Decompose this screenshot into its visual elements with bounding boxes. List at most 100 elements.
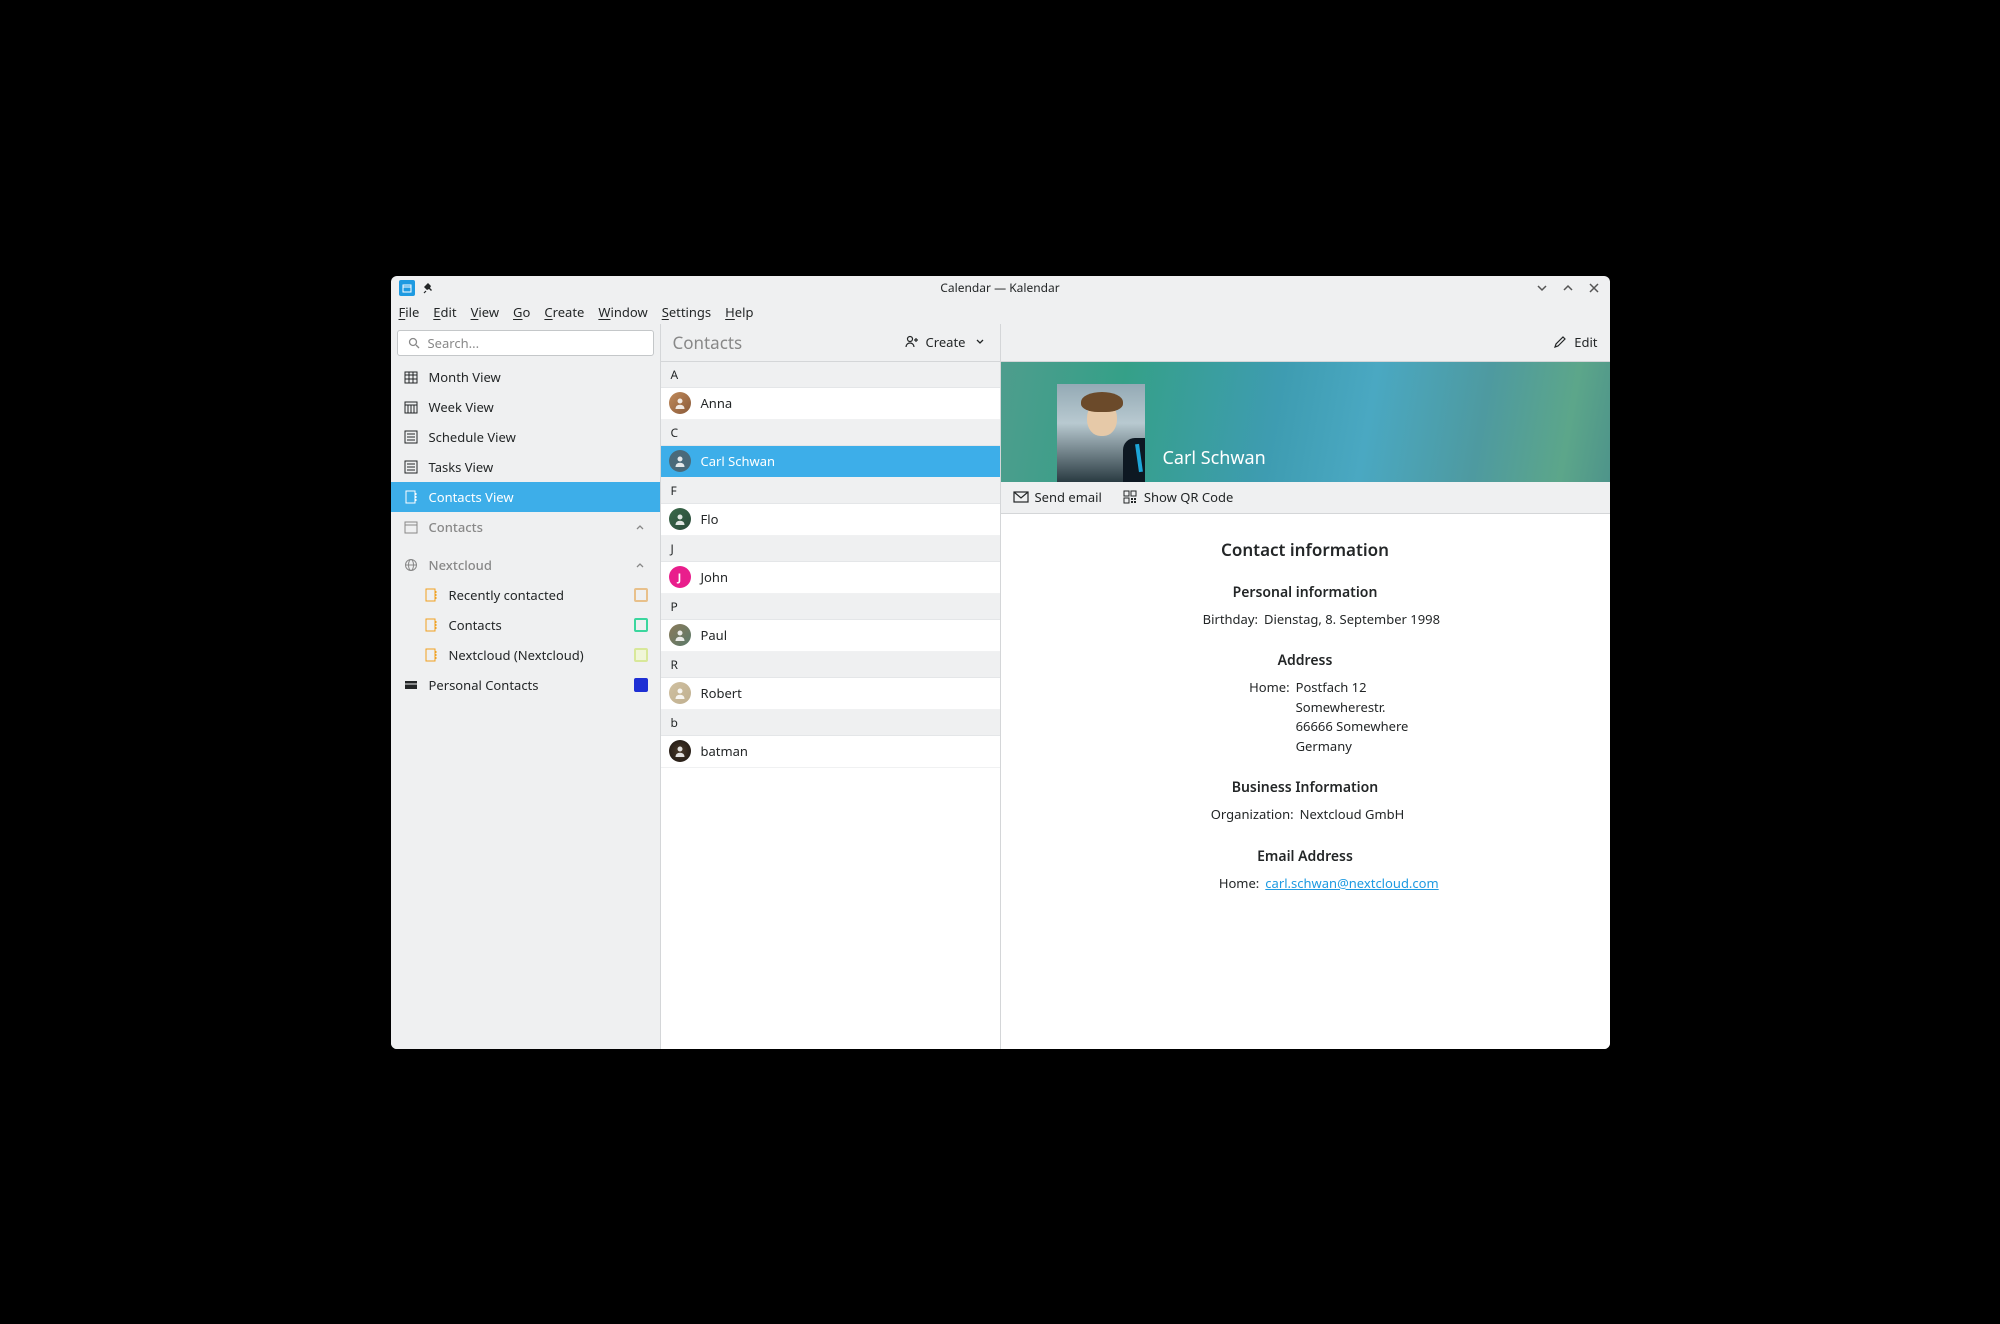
- contact-name: Carl Schwan: [1163, 446, 1266, 482]
- contact-row[interactable]: batman: [661, 736, 1000, 768]
- chevron-up-icon: [632, 519, 648, 535]
- address-value: Postfach 12Somewherestr.66666 SomewhereG…: [1296, 678, 1409, 756]
- contact-list-panel: Contacts Create AAnnaCCarl SchwanFFloJJJ…: [661, 324, 1001, 1049]
- edit-button[interactable]: Edit: [1552, 333, 1597, 351]
- avatar: [669, 392, 691, 414]
- person-add-icon: [904, 334, 920, 350]
- email-heading: Email Address: [1025, 847, 1586, 866]
- color-checkbox[interactable]: [634, 588, 648, 602]
- show-qr-button[interactable]: Show QR Code: [1122, 488, 1233, 506]
- search-icon: [406, 335, 422, 351]
- sidebar-item-contacts-view[interactable]: Contacts View: [391, 482, 660, 512]
- contact-name: Anna: [701, 394, 733, 412]
- send-email-label: Send email: [1035, 488, 1102, 506]
- sidebar-item-recently-contacted[interactable]: Recently contacted: [391, 580, 660, 610]
- contact-list-header: Contacts Create: [661, 324, 1000, 362]
- sidebar-item-nextcloud-nextcloud[interactable]: Nextcloud (Nextcloud): [391, 640, 660, 670]
- sidebar-label: Month View: [429, 368, 501, 386]
- pin-icon[interactable]: [421, 280, 437, 296]
- contact-list-title: Contacts: [673, 331, 743, 354]
- menu-create[interactable]: Create: [544, 303, 584, 321]
- contact-list: AAnnaCCarl SchwanFFloJJJohnPPaulRRobertb…: [661, 362, 1000, 768]
- contact-hero: Carl Schwan: [1001, 362, 1610, 482]
- email-label: Home:: [1171, 874, 1259, 894]
- sidebar-label: Tasks View: [429, 458, 494, 476]
- color-checkbox[interactable]: [634, 648, 648, 662]
- contact-section-letter: R: [661, 652, 1000, 678]
- birthday-label: Birthday:: [1170, 610, 1258, 630]
- menu-help[interactable]: Help: [725, 303, 753, 321]
- contact-section-letter: P: [661, 594, 1000, 620]
- contacts-icon: [403, 489, 419, 505]
- contact-row[interactable]: Flo: [661, 504, 1000, 536]
- contact-section-letter: F: [661, 478, 1000, 504]
- menu-file[interactable]: File: [399, 303, 420, 321]
- contact-info: Contact information Personal information…: [1001, 514, 1610, 918]
- sidebar-item-month-view[interactable]: Month View: [391, 362, 660, 392]
- search-input[interactable]: Search...: [397, 330, 654, 356]
- contact-info-heading: Contact information: [1025, 538, 1586, 561]
- contact-name: Flo: [701, 510, 719, 528]
- window-title: Calendar — Kalendar: [940, 279, 1059, 296]
- contact-row[interactable]: Paul: [661, 620, 1000, 652]
- contact-detail-panel: Edit Carl Schwan Send email Show QR Code…: [1001, 324, 1610, 1049]
- sidebar-item-schedule-view[interactable]: Schedule View: [391, 422, 660, 452]
- email-link[interactable]: carl.schwan@nextcloud.com: [1265, 874, 1438, 892]
- contact-row[interactable]: J John: [661, 562, 1000, 594]
- chevron-up-icon: [632, 557, 648, 573]
- globe-icon: [403, 557, 419, 573]
- menu-edit[interactable]: Edit: [433, 303, 456, 321]
- contact-actions: Send email Show QR Code: [1001, 482, 1610, 514]
- sidebar-label: Personal Contacts: [429, 676, 539, 694]
- contact-row[interactable]: Robert: [661, 678, 1000, 710]
- sidebar-section-nextcloud[interactable]: Nextcloud: [391, 550, 660, 580]
- email-value: carl.schwan@nextcloud.com: [1265, 874, 1438, 894]
- send-email-button[interactable]: Send email: [1013, 488, 1102, 506]
- avatar: [669, 682, 691, 704]
- contact-row[interactable]: Anna: [661, 388, 1000, 420]
- menu-settings[interactable]: Settings: [662, 303, 711, 321]
- color-checkbox[interactable]: [634, 618, 648, 632]
- calendar-week-icon: [403, 399, 419, 415]
- contact-row[interactable]: Carl Schwan: [661, 446, 1000, 478]
- contact-section-letter: A: [661, 362, 1000, 388]
- show-qr-label: Show QR Code: [1144, 488, 1233, 506]
- mail-icon: [1013, 489, 1029, 505]
- contact-name: Carl Schwan: [701, 452, 776, 470]
- pencil-icon: [1552, 334, 1568, 350]
- menu-view[interactable]: View: [471, 303, 499, 321]
- avatar: J: [669, 566, 691, 588]
- birthday-value: Dienstag, 8. September 1998: [1264, 610, 1440, 630]
- contact-name: Paul: [701, 626, 728, 644]
- sidebar-section-contacts[interactable]: Contacts: [391, 512, 660, 542]
- contact-name: batman: [701, 742, 748, 760]
- chevron-down-icon: [972, 334, 988, 350]
- app-icon: [399, 280, 415, 296]
- titlebar: Calendar — Kalendar: [391, 276, 1610, 300]
- organization-value: Nextcloud GmbH: [1300, 805, 1405, 825]
- list-icon: [403, 429, 419, 445]
- sidebar: Search... Month View Week View Schedule …: [391, 324, 661, 1049]
- menu-go[interactable]: Go: [513, 303, 530, 321]
- close-icon[interactable]: [1586, 280, 1602, 296]
- sidebar-item-contacts[interactable]: Contacts: [391, 610, 660, 640]
- folder-icon: [423, 587, 439, 603]
- create-button[interactable]: Create: [904, 333, 988, 351]
- edit-label: Edit: [1574, 333, 1597, 351]
- contact-section-letter: J: [661, 536, 1000, 562]
- detail-header: Edit: [1001, 324, 1610, 362]
- maximize-icon[interactable]: [1560, 280, 1576, 296]
- contact-name: John: [701, 568, 728, 586]
- sidebar-item-week-view[interactable]: Week View: [391, 392, 660, 422]
- menu-window[interactable]: Window: [598, 303, 647, 321]
- folder-icon: [423, 647, 439, 663]
- sidebar-label: Contacts View: [429, 488, 514, 506]
- contact-photo: [1057, 384, 1145, 482]
- sidebar-label: Nextcloud (Nextcloud): [449, 646, 584, 664]
- color-checkbox[interactable]: [634, 678, 648, 692]
- sidebar-label: Recently contacted: [449, 586, 564, 604]
- minimize-icon[interactable]: [1534, 280, 1550, 296]
- personal-info-heading: Personal information: [1025, 583, 1586, 602]
- sidebar-item-personal-contacts[interactable]: Personal Contacts: [391, 670, 660, 700]
- sidebar-item-tasks-view[interactable]: Tasks View: [391, 452, 660, 482]
